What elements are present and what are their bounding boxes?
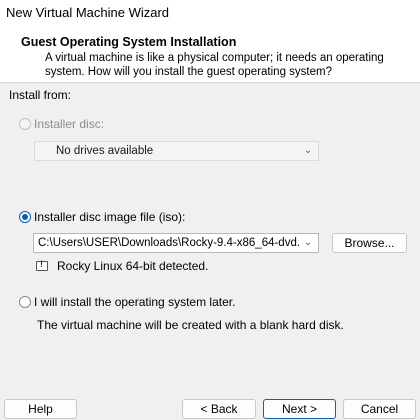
wizard-content: Install from: Installer disc: No drives … [0,83,420,393]
window-title: New Virtual Machine Wizard [6,5,170,20]
install-later-radio[interactable] [19,296,31,308]
iso-path-combo[interactable]: C:\Users\USER\Downloads\Rocky-9.4-x86_64… [33,233,319,253]
help-button[interactable]: Help [4,399,77,419]
chevron-down-icon: ⌄ [303,237,313,248]
installer-disc-label: Installer disc: [34,117,105,131]
info-icon [36,259,48,271]
page-title: Guest Operating System Installation [21,35,237,49]
browse-button[interactable]: Browse... [332,233,407,253]
back-button[interactable]: < Back [182,399,256,419]
installer-disc-dropdown[interactable]: No drives available ⌄ [34,141,319,161]
detected-os-text: Rocky Linux 64-bit detected. [57,259,209,273]
chevron-down-icon: ⌄ [303,145,313,156]
page-description: A virtual machine is like a physical com… [45,52,384,78]
cancel-button[interactable]: Cancel [343,399,416,419]
wizard-footer: Help < Back Next > Cancel [0,393,420,420]
install-later-label: I will install the operating system late… [34,295,236,309]
install-later-description: The virtual machine will be created with… [37,318,344,332]
install-from-label: Install from: [9,88,72,102]
next-button[interactable]: Next > [263,399,336,419]
installer-disc-value: No drives available [56,145,154,157]
wizard-header: Guest Operating System Installation A vi… [0,28,420,83]
installer-disc-radio[interactable] [19,118,31,130]
iso-radio[interactable] [19,211,31,223]
iso-path-value: C:\Users\USER\Downloads\Rocky-9.4-x86_64… [38,237,300,249]
iso-label: Installer disc image file (iso): [34,210,186,224]
title-bar: New Virtual Machine Wizard [0,0,420,28]
